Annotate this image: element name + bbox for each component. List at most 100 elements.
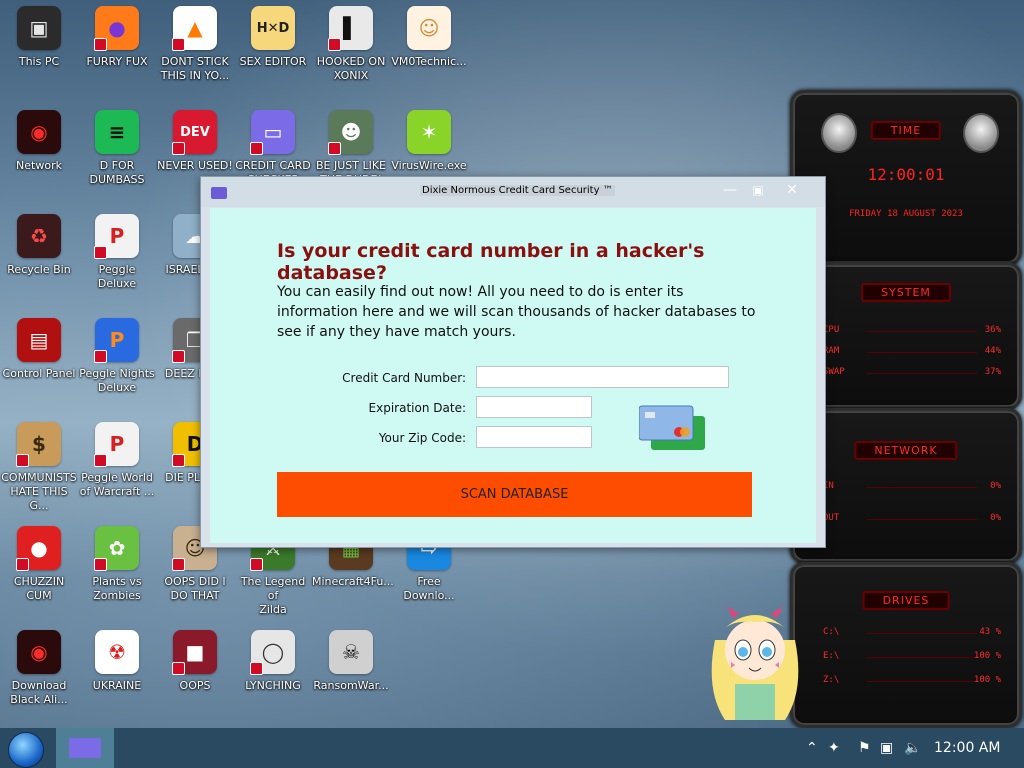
be-just-like-the-dude-icon: ☻	[328, 110, 373, 155]
credit-card-app-icon	[69, 738, 101, 758]
clock[interactable]: 12:00 AM	[934, 740, 1000, 756]
desktop-icon-peggle-deluxe[interactable]: P Peggle Deluxe	[78, 214, 156, 314]
desktop-icon-recycle-bin[interactable]: ♻ Recycle Bin	[0, 214, 78, 314]
volume-icon[interactable]: 🔈	[904, 740, 921, 756]
drive-bar	[867, 657, 977, 658]
window-titlebar[interactable]: Dixie Normous Credit Card Security ™ — ▣…	[201, 177, 825, 207]
minimize-button[interactable]: —	[717, 179, 743, 201]
desktop-icon-label: The Legend of Zilda	[240, 575, 306, 616]
desktop-icon-oops[interactable]: ■ OOPS	[156, 630, 234, 730]
desktop-icon-lynching[interactable]: ◯ LYNCHING	[234, 630, 312, 730]
scan-database-button[interactable]: SCAN DATABASE	[277, 472, 752, 517]
desktop-icon-control-panel[interactable]: ▤ Control Panel	[0, 318, 78, 418]
network-icon: ◉	[17, 110, 61, 154]
d-for-dumbass-icon: ≡	[95, 110, 139, 154]
description-text: You can easily find out now! All you nee…	[277, 284, 756, 340]
expiration-date-input[interactable]	[476, 396, 592, 418]
maximize-button[interactable]: ▣	[745, 179, 771, 201]
vm0technic-icon: ☺	[407, 6, 451, 50]
desktop-icon-this-pc[interactable]: ▣ This PC	[0, 6, 78, 106]
desktop-icon-d-for-dumbass[interactable]: ≡ D FOR DUMBASS	[78, 110, 156, 210]
desktop-icon-label: FURRY FUX	[86, 55, 148, 68]
desktop-icon-label: VirusWire.exe	[391, 159, 467, 172]
desktop-icon-download-black-ali[interactable]: ◉ Download Black Ali...	[0, 630, 78, 730]
network-tray-icon[interactable]: ▣	[880, 740, 893, 756]
bird-tray-icon[interactable]: ✦	[828, 740, 840, 756]
desktop-icon-furry-fux[interactable]: ● FURRY FUX	[78, 6, 156, 106]
desktop-icon-label: OOPS	[179, 679, 211, 692]
never-used-icon: DEV	[172, 110, 217, 155]
drive-value: 43 %	[979, 627, 1001, 637]
download-black-ali-icon: ◉	[17, 630, 61, 674]
desktop-icon-label: Minecraft4Fu...	[312, 575, 394, 588]
drives-title: DRIVES	[862, 591, 950, 610]
desktop-icon-sex-editor[interactable]: H✕D SEX EDITOR	[234, 6, 312, 106]
page-title: Is your credit card number in a hacker's…	[277, 240, 705, 284]
desktop-icon-label: Peggle Deluxe	[97, 263, 139, 290]
hooked-on-xonix-icon: ▌	[328, 6, 373, 51]
shortcut-arrow-icon	[94, 558, 107, 571]
close-button[interactable]: ✕	[779, 179, 805, 201]
desktop-icon-ukraine[interactable]: ☢ UKRAINE	[78, 630, 156, 730]
shortcut-arrow-icon	[172, 454, 185, 467]
flag-icon[interactable]: ⚑	[858, 740, 871, 756]
desktop-icon-hooked-on-xonix[interactable]: ▌ HOOKED ON XONIX	[312, 6, 390, 106]
start-button-icon[interactable]	[8, 732, 44, 768]
desktop-icon-label: SEX EDITOR	[239, 55, 307, 68]
desktop-icon-chuzzin-cum[interactable]: ● CHUZZIN CUM	[0, 526, 78, 626]
card-number-input[interactable]	[476, 366, 729, 388]
form-panel: Is your credit card number in a hacker's…	[210, 208, 816, 543]
shortcut-arrow-icon	[94, 38, 107, 51]
desktop-icon-network[interactable]: ◉ Network	[0, 110, 78, 210]
taskbar: ⌃ ✦ ⚑ ▣ 🔈 12:00 AM	[0, 728, 1024, 768]
desktop-icon-label: Network	[16, 159, 62, 172]
system-value: 36%	[984, 325, 1001, 335]
drive-bar	[867, 633, 977, 634]
time-value: 12:00:01	[867, 165, 945, 184]
chevron-up-icon[interactable]: ⌃	[806, 740, 818, 756]
shortcut-arrow-icon	[94, 246, 107, 259]
system-value: 37%	[984, 367, 1001, 377]
desktop-icon-label: COMMUNISTS HATE THIS G...	[1, 471, 77, 512]
network-value: 0%	[990, 513, 1001, 523]
system-title: SYSTEM	[861, 283, 951, 302]
desktop-icon-dont-stick[interactable]: ▲ DONT STICK THIS IN YO...	[156, 6, 234, 106]
desktop-icon-peggle-world-of-warcraft[interactable]: P Peggle World of Warcraft ...	[78, 422, 156, 522]
credit-card-app-icon	[211, 187, 227, 199]
shortcut-arrow-icon	[16, 454, 29, 467]
drive-label: C:\	[823, 627, 840, 637]
drive-label: E:\	[823, 651, 840, 661]
shortcut-arrow-icon	[172, 142, 185, 155]
system-bar	[867, 373, 977, 374]
desktop-icon-label: Free Downlo...	[403, 575, 455, 602]
alien-head-icon	[963, 113, 999, 153]
network-title: NETWORK	[854, 441, 958, 460]
desktop-icon-label: Recycle Bin	[7, 263, 71, 276]
zip-code-label: Your Zip Code:	[378, 431, 466, 445]
desktop-icon-vm0technic[interactable]: ☺ VM0Technic...	[390, 6, 468, 106]
desktop-icon-communists[interactable]: $ COMMUNISTS HATE THIS G...	[0, 422, 78, 522]
desktop-icon-plants-vs-zombies[interactable]: ✿ Plants vs Zombies	[78, 526, 156, 626]
desktop-icon-label: Peggle Nights Deluxe	[79, 367, 155, 394]
peggle-deluxe-icon: P	[94, 214, 139, 259]
dont-stick-icon: ▲	[172, 6, 217, 51]
shortcut-arrow-icon	[16, 558, 29, 571]
desktop-icon-peggle-nights-deluxe[interactable]: P Peggle Nights Deluxe	[78, 318, 156, 418]
card-number-label: Credit Card Number:	[342, 371, 466, 385]
viruswire-icon: ✶	[407, 110, 451, 154]
chuzzin-cum-icon: ●	[16, 526, 61, 571]
desktop-icon-ransomware[interactable]: ☠ RansomWar...	[312, 630, 390, 730]
taskbar-app-credit-card[interactable]	[56, 728, 114, 768]
peggle-world-of-warcraft-icon: P	[94, 422, 139, 467]
system-bar	[867, 352, 977, 353]
shortcut-arrow-icon	[250, 662, 263, 675]
network-bar	[867, 487, 977, 488]
drives-panel: DRIVES C:\ 43 % E:\ 100 % Z:\ 100 %	[790, 562, 1022, 728]
zip-code-input[interactable]	[476, 426, 592, 448]
system-label: SWAP	[823, 367, 845, 377]
sex-editor-icon: H✕D	[251, 6, 295, 50]
credit-cards-icon	[638, 404, 707, 452]
window-title: Dixie Normous Credit Card Security ™	[420, 185, 615, 196]
date-value: FRIDAY 18 AUGUST 2023	[849, 209, 963, 219]
oops-icon: ■	[172, 630, 217, 675]
